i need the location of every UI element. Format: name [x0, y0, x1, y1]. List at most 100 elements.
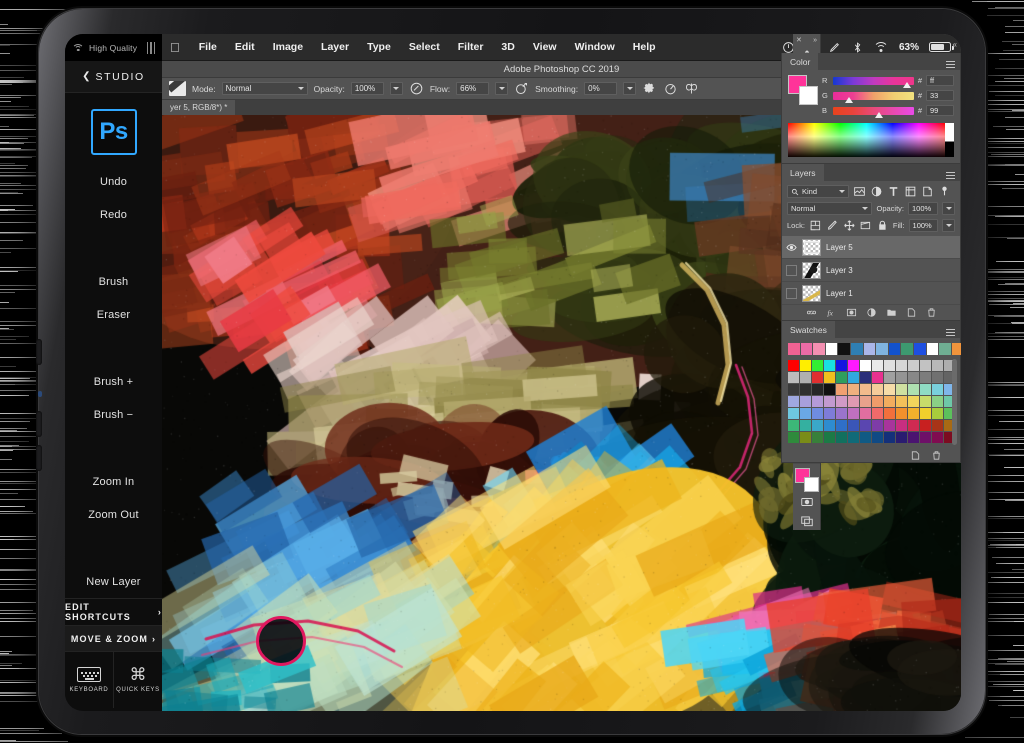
color-swatch[interactable]: [788, 420, 799, 431]
color-swatch[interactable]: [836, 372, 847, 383]
menu-select[interactable]: Select: [400, 41, 449, 53]
opacity-input[interactable]: 100%: [350, 82, 384, 95]
layer-filter-kind-select[interactable]: Kind: [787, 185, 849, 198]
color-swatch[interactable]: [884, 408, 895, 419]
color-swatch[interactable]: [824, 372, 835, 383]
wifi-icon[interactable]: [873, 41, 889, 53]
color-swatch[interactable]: [884, 396, 895, 407]
color-swatch[interactable]: [884, 372, 895, 383]
delete-layer-icon[interactable]: [926, 307, 937, 318]
device-volume-down[interactable]: [36, 445, 42, 471]
channel-slider[interactable]: [833, 76, 914, 88]
color-swatch[interactable]: [901, 343, 913, 355]
color-swatch[interactable]: [896, 408, 907, 419]
color-swatch[interactable]: [872, 432, 883, 443]
color-swatch[interactable]: [800, 420, 811, 431]
color-swatch[interactable]: [824, 408, 835, 419]
sidebar-item-zoom-in[interactable]: Zoom In: [65, 465, 162, 498]
color-swatch[interactable]: [800, 343, 813, 355]
channel-thumb[interactable]: [875, 111, 884, 118]
lock-all-icon[interactable]: [876, 219, 889, 232]
color-swatch[interactable]: [860, 384, 871, 395]
menu-file[interactable]: File: [190, 41, 226, 53]
color-swatch[interactable]: [896, 360, 907, 371]
device-button-top[interactable]: [36, 339, 42, 365]
grip-handle-icon[interactable]: [146, 41, 155, 54]
sidebar-item-zoom-out[interactable]: Zoom Out: [65, 498, 162, 531]
color-swatch[interactable]: [908, 360, 919, 371]
color-swatch[interactable]: [788, 343, 800, 355]
sidebar-item-brush-decrease[interactable]: Brush −: [65, 398, 162, 431]
delete-swatch-icon[interactable]: [931, 450, 942, 461]
lock-position-icon[interactable]: [843, 219, 856, 232]
color-swatch[interactable]: [884, 432, 895, 443]
tab-swatches[interactable]: Swatches: [782, 321, 835, 338]
color-swatch[interactable]: [848, 420, 859, 431]
menu-window[interactable]: Window: [566, 41, 624, 53]
color-swatch[interactable]: [872, 360, 883, 371]
layer-row[interactable]: Layer 3: [782, 259, 960, 282]
eye-icon-off[interactable]: [786, 264, 797, 276]
color-swatch[interactable]: [836, 432, 847, 443]
color-swatch[interactable]: [872, 372, 883, 383]
swatches-grid[interactable]: [782, 338, 961, 448]
color-swatch[interactable]: [920, 420, 931, 431]
sidebar-item-eraser[interactable]: Eraser: [65, 298, 162, 331]
channel-slider[interactable]: [833, 91, 914, 103]
color-fg-bg-swatch[interactable]: [788, 75, 818, 105]
color-swatch[interactable]: [848, 360, 859, 371]
double-chevron-icon[interactable]: »: [813, 37, 817, 44]
swatches-scrollbar[interactable]: [952, 359, 957, 445]
color-swatch[interactable]: [920, 396, 931, 407]
color-swatch[interactable]: [860, 432, 871, 443]
color-swatch[interactable]: [908, 396, 919, 407]
layer-thumbnail[interactable]: [802, 284, 821, 302]
color-swatch[interactable]: [920, 408, 931, 419]
color-swatch[interactable]: [872, 384, 883, 395]
color-swatch[interactable]: [836, 384, 847, 395]
color-swatch[interactable]: [813, 343, 825, 355]
screen-mode-icon[interactable]: [793, 511, 820, 530]
color-spectrum-ramp[interactable]: [788, 123, 954, 157]
pressure-opacity-icon[interactable]: [409, 81, 424, 96]
color-swatch[interactable]: [800, 432, 811, 443]
panel-menu-icon[interactable]: [946, 53, 960, 70]
background-color-swatch[interactable]: [803, 477, 819, 492]
color-swatch[interactable]: [872, 396, 883, 407]
color-swatch[interactable]: [896, 384, 907, 395]
background-color-swatch[interactable]: [799, 86, 818, 105]
color-swatch[interactable]: [896, 432, 907, 443]
color-swatch[interactable]: [824, 432, 835, 443]
color-swatch[interactable]: [920, 432, 931, 443]
color-swatch[interactable]: [800, 372, 811, 383]
layer-thumbnail[interactable]: [802, 238, 821, 256]
pixel-filter-icon[interactable]: [853, 185, 866, 198]
new-group-icon[interactable]: [886, 307, 897, 318]
photoshop-app-badge[interactable]: Ps: [90, 109, 137, 155]
color-swatch[interactable]: [872, 408, 883, 419]
menu-view[interactable]: View: [524, 41, 566, 53]
toggle-filter-icon[interactable]: [938, 185, 951, 198]
color-swatch[interactable]: [863, 343, 876, 355]
color-swatch[interactable]: [920, 372, 931, 383]
color-swatch[interactable]: [825, 343, 838, 355]
color-swatch[interactable]: [908, 432, 919, 443]
color-swatch[interactable]: [824, 384, 835, 395]
color-swatch[interactable]: [848, 408, 859, 419]
color-swatch[interactable]: [908, 372, 919, 383]
fill-dropdown[interactable]: [942, 219, 955, 232]
menu-3d[interactable]: 3D: [492, 41, 523, 53]
color-swatch[interactable]: [836, 360, 847, 371]
keyboard-button[interactable]: KEYBOARD: [65, 652, 113, 708]
color-swatch[interactable]: [812, 396, 823, 407]
opacity-dropdown[interactable]: [389, 82, 403, 95]
edit-shortcuts-button[interactable]: EDIT SHORTCUTS ›: [65, 598, 162, 625]
close-icon[interactable]: ✕: [796, 36, 802, 44]
color-swatch[interactable]: [836, 396, 847, 407]
sidebar-item-brush-increase[interactable]: Brush +: [65, 365, 162, 398]
smartobject-filter-icon[interactable]: [921, 185, 934, 198]
new-layer-icon[interactable]: [906, 307, 917, 318]
color-swatch[interactable]: [932, 360, 943, 371]
color-swatch[interactable]: [812, 408, 823, 419]
color-swatch[interactable]: [860, 420, 871, 431]
